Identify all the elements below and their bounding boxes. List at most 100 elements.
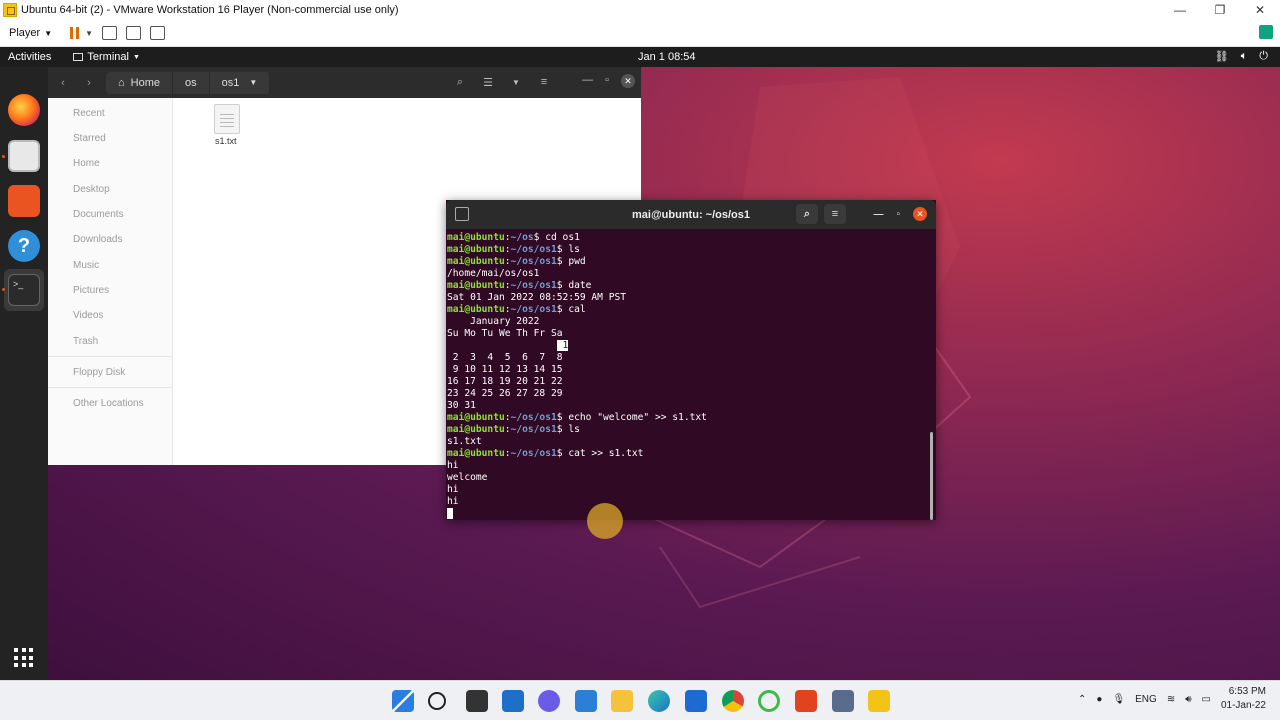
start-icon[interactable]	[392, 690, 414, 712]
menu-icon[interactable]: ≡	[532, 72, 556, 92]
sidebar-item-starred[interactable]: Starred	[73, 133, 106, 144]
terminal-line: hi	[447, 484, 927, 496]
clock[interactable]: Jan 1 08:54	[638, 51, 696, 63]
sidebar-item-trash[interactable]: Trash	[73, 336, 98, 347]
terminal-line: hi	[447, 496, 927, 508]
system-tray[interactable]: ⛓ 🔈︎ ⏻	[1215, 50, 1268, 63]
minimize-button[interactable]: —	[1160, 0, 1200, 20]
sidebar-item-home[interactable]: Home	[73, 158, 100, 169]
battery-icon[interactable]: ▭	[1202, 694, 1211, 705]
file-name[interactable]: s1.txt	[215, 136, 237, 146]
window-title: Ubuntu 64-bit (2) - VMware Workstation 1…	[21, 4, 399, 16]
sidebar-item-desktop[interactable]: Desktop	[73, 184, 110, 195]
command-text: cd os1	[545, 232, 580, 243]
language-indicator[interactable]: ENG	[1135, 694, 1157, 705]
output-text: 2 3 4 5 6 7 8	[447, 352, 563, 363]
close-icon[interactable]: ✕	[621, 74, 635, 88]
breadcrumb-label: os1	[221, 76, 240, 89]
shield-icon[interactable]: ●	[1096, 694, 1102, 705]
breadcrumb-home[interactable]: ⌂ Home	[106, 71, 173, 94]
chevron-up-icon[interactable]: ⌃	[1078, 694, 1086, 705]
edge-icon[interactable]	[648, 690, 670, 712]
scrollbar[interactable]	[930, 432, 933, 520]
store-icon[interactable]	[575, 690, 597, 712]
running-indicator	[2, 288, 5, 291]
minimize-icon[interactable]: —	[873, 209, 883, 220]
app-icon[interactable]	[758, 690, 780, 712]
gnome-top-bar: Activities Terminal ▼ Jan 1 08:54 ⛓ 🔈︎ ⏻	[0, 47, 1280, 67]
firefox-icon[interactable]	[8, 94, 40, 126]
task-view-icon[interactable]	[466, 690, 488, 712]
speaker-icon[interactable]: 🔊︎	[1185, 694, 1191, 705]
breadcrumb-os1[interactable]: os1 ▼	[210, 71, 271, 94]
sidebar-item-downloads[interactable]: Downloads	[73, 234, 122, 245]
sidebar-item-pictures[interactable]: Pictures	[73, 285, 109, 296]
widgets-icon[interactable]	[502, 690, 524, 712]
output-text: welcome	[447, 472, 488, 483]
output-text: January 2022	[447, 316, 540, 327]
sidebar-item-recent[interactable]: Recent	[73, 108, 105, 119]
activities-button[interactable]: Activities	[8, 51, 51, 63]
sidebar-item-documents[interactable]: Documents	[73, 209, 124, 220]
full-screen-icon[interactable]	[150, 26, 166, 40]
chevron-down-icon: ▼	[44, 28, 53, 38]
files-icon[interactable]	[8, 140, 40, 172]
text-file-icon[interactable]	[214, 104, 240, 134]
sidebar-item-videos[interactable]: Videos	[73, 310, 103, 321]
file-explorer-icon[interactable]	[611, 690, 633, 712]
terminal-line: mai@ubuntu:~/os/os1$ cat >> s1.txt	[447, 448, 644, 459]
microphone-icon[interactable]: 🎙︎	[1112, 694, 1125, 705]
sidebar-item-floppy[interactable]: Floppy Disk	[73, 367, 125, 378]
terminal-header-bar: mai@ubuntu: ~/os/os1 ⌕ ≡ — ▫ ✕	[446, 200, 936, 229]
sidebar-item-other[interactable]: Other Locations	[73, 398, 144, 409]
office-icon[interactable]	[795, 690, 817, 712]
help-icon[interactable]: ?	[8, 230, 40, 262]
vmware-icon[interactable]	[868, 690, 890, 712]
prompt-path: ~/os/os1	[510, 424, 557, 435]
close-icon[interactable]: ✕	[913, 207, 927, 221]
player-menu[interactable]: Player ▼	[9, 27, 52, 39]
show-applications-icon[interactable]	[14, 648, 34, 668]
terminal-icon[interactable]: >_	[8, 274, 40, 306]
taskbar-clock[interactable]: 6:53 PM 01-Jan-22	[1221, 685, 1266, 713]
command-text: ls	[568, 244, 580, 255]
software-icon[interactable]	[8, 185, 40, 217]
back-icon[interactable]: ‹	[52, 73, 74, 93]
send-ctrl-alt-del-icon[interactable]	[102, 26, 118, 40]
maximize-icon[interactable]: ▫	[896, 209, 900, 220]
close-button[interactable]: ✕	[1240, 0, 1280, 20]
output-text: Su Mo Tu We Th Fr Sa	[447, 328, 563, 339]
output-text: Sat 01 Jan 2022 08:52:59 AM PST	[447, 292, 627, 303]
security-icon[interactable]	[832, 690, 854, 712]
minimize-icon[interactable]: —	[582, 74, 593, 88]
chat-icon[interactable]	[538, 690, 560, 712]
app-menu-label: Terminal	[87, 51, 129, 63]
sidebar-item-music[interactable]: Music	[73, 260, 99, 271]
network-icon: ⛓	[1214, 51, 1229, 63]
maximize-icon[interactable]: ▫	[605, 74, 609, 88]
search-icon[interactable]: ⌕	[448, 72, 472, 92]
app-menu[interactable]: Terminal ▼	[73, 51, 140, 63]
search-icon[interactable]: ⌕	[796, 204, 818, 224]
search-icon[interactable]	[428, 692, 446, 710]
chrome-icon[interactable]	[722, 690, 744, 712]
output-text: hi	[447, 460, 459, 471]
restore-button[interactable]: ❐	[1200, 0, 1240, 20]
breadcrumb-os[interactable]: os	[173, 71, 210, 94]
command-text: pwd	[568, 256, 586, 267]
wifi-icon[interactable]: ≋	[1167, 694, 1175, 705]
menu-icon[interactable]: ≡	[824, 204, 846, 224]
new-tab-icon[interactable]	[455, 207, 469, 221]
prompt-user: mai@ubuntu	[447, 244, 505, 255]
forward-icon[interactable]: ›	[78, 73, 100, 93]
mail-icon[interactable]	[685, 690, 707, 712]
chevron-down-icon: ▼	[249, 78, 258, 87]
list-view-icon[interactable]: ☰	[476, 72, 500, 92]
prompt-user: mai@ubuntu	[447, 448, 505, 459]
chevron-down-icon[interactable]: ▼	[504, 72, 528, 92]
chevron-down-icon[interactable]: ▼	[85, 29, 93, 38]
terminal-output[interactable]: mai@ubuntu:~/os$ cd os1 mai@ubuntu:~/os/o…	[447, 232, 927, 520]
pause-icon[interactable]	[70, 27, 80, 39]
unity-icon[interactable]	[1259, 25, 1273, 39]
fit-guest-icon[interactable]	[126, 26, 142, 40]
